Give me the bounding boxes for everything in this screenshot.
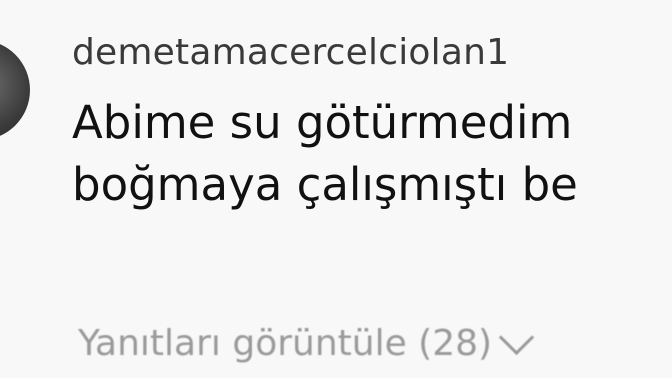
comment-line-2: boğmaya çalışmıştı be bbox=[72, 158, 578, 211]
view-replies-button[interactable]: Yanıtları görüntüle (28) bbox=[78, 319, 535, 366]
comment-text: Abime su götürmedim boğmaya çalışmıştı b… bbox=[72, 92, 672, 216]
chevron-down-icon bbox=[498, 319, 535, 355]
comment-line-1: Abime su götürmedim bbox=[72, 96, 573, 149]
avatar[interactable] bbox=[0, 40, 30, 140]
comment-screen: demetamacercelciolan1 Abime su götürmedi… bbox=[0, 0, 672, 378]
view-replies-label: Yanıtları görüntüle (28) bbox=[78, 323, 493, 364]
comment-username[interactable]: demetamacercelciolan1 bbox=[72, 30, 672, 76]
comment: demetamacercelciolan1 Abime su götürmedi… bbox=[72, 30, 672, 216]
